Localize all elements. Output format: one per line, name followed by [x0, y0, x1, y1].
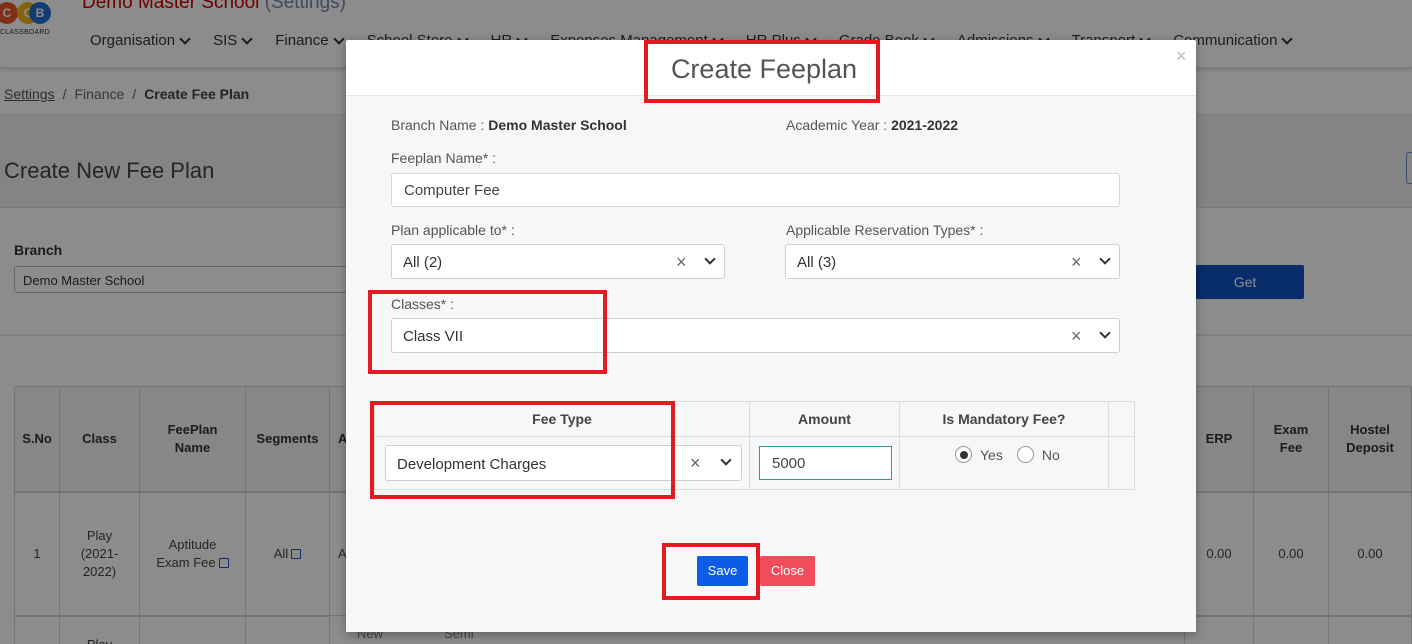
plan-applicable-select[interactable]: All (2) × [391, 244, 725, 279]
reservation-types-label: Applicable Reservation Types* : [786, 222, 984, 238]
mandatory-yes-radio[interactable] [955, 446, 972, 463]
academic-year-info: Academic Year : 2021-2022 [786, 117, 959, 133]
chevron-down-icon[interactable] [704, 253, 716, 265]
mandatory-no-radio[interactable] [1016, 446, 1034, 463]
no-label: No [1041, 446, 1060, 463]
amount-input[interactable]: 5000 [759, 446, 892, 480]
yes-label: Yes [980, 446, 1003, 463]
highlight-save [662, 543, 760, 600]
clear-icon[interactable]: × [1071, 252, 1082, 273]
highlight-classes [368, 290, 607, 374]
clear-icon[interactable]: × [1071, 326, 1082, 347]
plan-applicable-label: Plan applicable to* : [391, 222, 515, 238]
close-button[interactable]: Close [760, 556, 815, 586]
feeplan-name-input[interactable]: Computer Fee [391, 173, 1120, 207]
chevron-down-icon[interactable] [1099, 253, 1111, 265]
chevron-down-icon[interactable] [720, 454, 732, 466]
mandatory-cell [900, 437, 1109, 490]
clear-icon[interactable]: × [690, 453, 701, 474]
mandatory-radio-group: Yes No [955, 446, 1060, 463]
close-icon[interactable]: × [1176, 46, 1187, 67]
highlight-fee-type [370, 401, 675, 499]
feeplan-name-label: Feeplan Name* : [391, 150, 497, 166]
chevron-down-icon[interactable] [1099, 327, 1111, 339]
reservation-types-select[interactable]: All (3) × [785, 244, 1120, 279]
action-header [1109, 402, 1135, 437]
clear-icon[interactable]: × [676, 252, 687, 273]
branch-info: Branch Name : Demo Master School [391, 117, 627, 133]
amount-header: Amount [750, 402, 900, 437]
mandatory-header: Is Mandatory Fee? [900, 402, 1109, 437]
highlight-title [644, 40, 880, 103]
